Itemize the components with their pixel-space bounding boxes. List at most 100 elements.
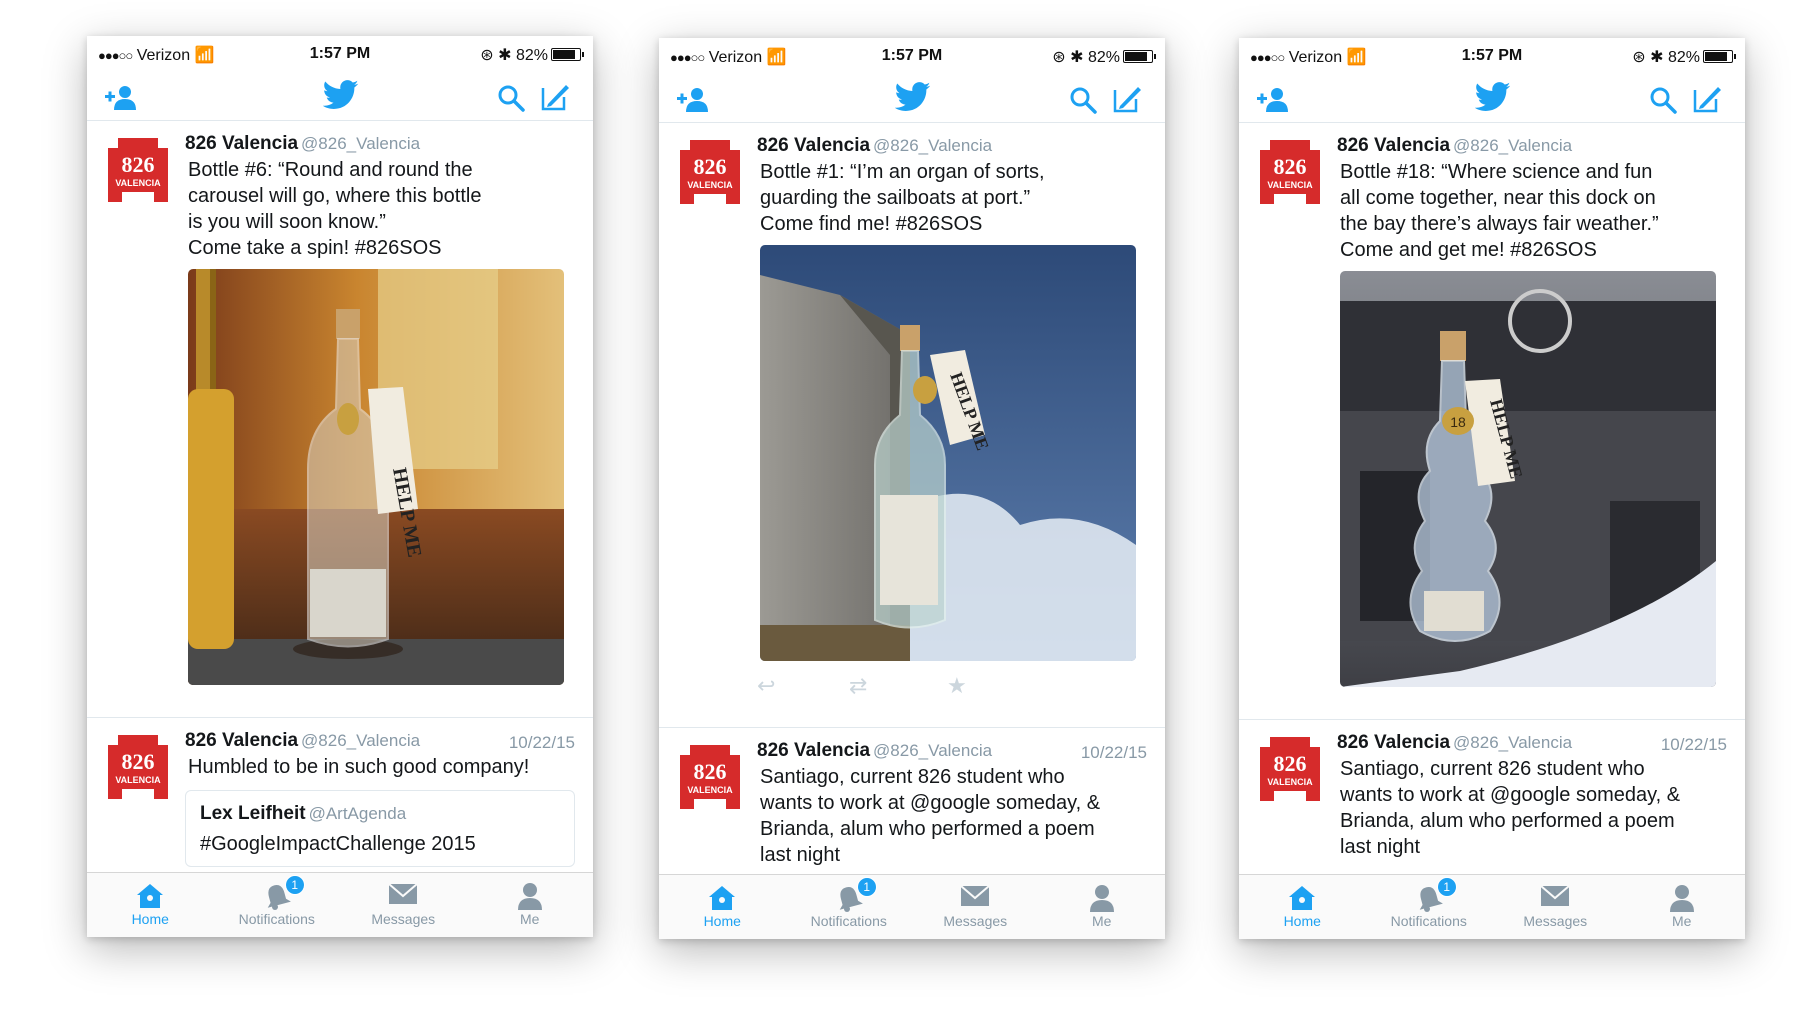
- tweet-photo-bottle-carousel[interactable]: HELP ME: [188, 269, 564, 685]
- author-handle[interactable]: @826_Valencia: [1453, 733, 1572, 752]
- compose-tweet-icon[interactable]: [1112, 84, 1142, 114]
- tab-me-label: Me: [520, 911, 540, 927]
- tab-me[interactable]: Me: [467, 873, 594, 937]
- 826-valencia-avatar[interactable]: 826 VALENCIA: [676, 136, 744, 208]
- tab-notifications[interactable]: 1 Notifications: [786, 875, 913, 939]
- notification-badge: 1: [1436, 877, 1457, 897]
- tweet-line: the bay there’s always fair weather.”: [1340, 213, 1659, 235]
- tweet-line: Brianda, alum who performed a poem: [1340, 810, 1675, 832]
- tweet-text: Bottle #18: “Where science and fun all c…: [1337, 159, 1727, 263]
- author-handle[interactable]: @826_Valencia: [1453, 136, 1572, 155]
- bottom-tab-bar: Home 1 Notifications Messages Me: [659, 874, 1165, 939]
- tweet-bottle-1[interactable]: 826 VALENCIA 826 Valencia @826_Valencia B…: [659, 123, 1165, 728]
- tweet-photo-bottle-exploratorium[interactable]: HELP ME 18: [1340, 271, 1716, 687]
- 826-valencia-avatar[interactable]: 826 VALENCIA: [104, 731, 172, 803]
- tab-messages[interactable]: Messages: [340, 873, 467, 937]
- compose-tweet-icon[interactable]: [540, 82, 570, 112]
- tab-me[interactable]: Me: [1039, 875, 1166, 939]
- svg-text:VALENCIA: VALENCIA: [1267, 777, 1313, 787]
- tweet-line: last night: [1340, 836, 1421, 858]
- author-name[interactable]: 826 Valencia: [185, 133, 298, 154]
- tweet-line: guarding the sailboats at port.”: [760, 187, 1031, 209]
- svg-text:826: 826: [694, 154, 727, 179]
- tweet-line: Santiago, current 826 student who: [760, 766, 1065, 788]
- home-icon: [1289, 886, 1316, 910]
- svg-text:18: 18: [1450, 414, 1466, 430]
- 826-valencia-avatar[interactable]: 826 VALENCIA: [104, 134, 172, 206]
- tab-messages[interactable]: Messages: [912, 875, 1039, 939]
- tab-home[interactable]: Home: [87, 873, 214, 937]
- tweet-actions: ↩ ⇄ ★: [757, 661, 1147, 703]
- tab-home-label: Home: [1283, 913, 1321, 929]
- quoted-author-name[interactable]: Lex Leifheit: [200, 803, 306, 824]
- tab-messages-label: Messages: [943, 913, 1008, 929]
- tab-home[interactable]: Home: [659, 875, 786, 939]
- tweet-bottle-18[interactable]: 826 VALENCIA 826 Valencia @826_Valencia B…: [1239, 123, 1745, 720]
- tab-notifications[interactable]: 1 Notifications: [1366, 875, 1493, 939]
- add-user-icon[interactable]: [103, 84, 139, 110]
- author-handle[interactable]: @826_Valencia: [873, 741, 992, 760]
- tweet-text: Santiago, current 826 student who wants …: [757, 764, 1147, 868]
- envelope-icon: [960, 885, 990, 906]
- tab-home-label: Home: [703, 913, 741, 929]
- author-name[interactable]: 826 Valencia: [1337, 732, 1450, 753]
- tab-notifications[interactable]: 1 Notifications: [214, 873, 341, 937]
- bottom-tab-bar: Home 1 Notifications Messages Me: [87, 872, 593, 937]
- retweet-icon[interactable]: ⇄: [849, 673, 867, 699]
- twitter-bird-icon: [1475, 82, 1511, 111]
- tweet-date: 10/22/15: [1080, 743, 1147, 762]
- author-handle[interactable]: @826_Valencia: [301, 731, 420, 750]
- tweet-text: Humbled to be in such good company!: [185, 754, 575, 780]
- notification-badge: 1: [856, 877, 877, 897]
- tab-home[interactable]: Home: [1239, 875, 1366, 939]
- compose-tweet-icon[interactable]: [1692, 84, 1722, 114]
- quoted-author-handle[interactable]: @ArtAgenda: [309, 804, 407, 823]
- tweet-line: Santiago, current 826 student who: [1340, 758, 1645, 780]
- svg-text:VALENCIA: VALENCIA: [687, 180, 733, 190]
- author-name[interactable]: 826 Valencia: [1337, 135, 1450, 156]
- status-bar: ●●●○○ Verizon 📶 1:57 PM ⊛ ✱ 82%: [87, 36, 593, 72]
- home-icon: [709, 886, 736, 910]
- add-user-icon[interactable]: [675, 86, 711, 112]
- tab-me[interactable]: Me: [1619, 875, 1746, 939]
- person-icon: [517, 883, 542, 910]
- author-handle[interactable]: @826_Valencia: [873, 136, 992, 155]
- lock-rotation-icon: ⊛: [1632, 49, 1646, 66]
- 826-valencia-avatar[interactable]: 826 VALENCIA: [1256, 136, 1324, 208]
- search-icon[interactable]: [1649, 86, 1677, 114]
- tweet-line: Humbled to be in such good company!: [188, 756, 530, 778]
- add-user-icon[interactable]: [1255, 86, 1291, 112]
- tweet-bottle-6[interactable]: 826 VALENCIA 826 Valencia @826_Valencia B…: [87, 121, 593, 718]
- phone-screen-2: ●●●○○ Verizon 📶 1:57 PM ⊛ ✱ 82% 826 VALE…: [659, 38, 1165, 939]
- notification-badge: 1: [284, 875, 305, 895]
- 826-valencia-avatar[interactable]: 826 VALENCIA: [676, 741, 744, 813]
- envelope-icon: [388, 883, 418, 904]
- author-handle[interactable]: @826_Valencia: [301, 134, 420, 153]
- author-name[interactable]: 826 Valencia: [757, 135, 870, 156]
- tweet-line: carousel will go, where this bottle: [188, 185, 482, 207]
- tab-me-label: Me: [1092, 913, 1112, 929]
- phone-screen-3: ●●●○○ Verizon 📶 1:57 PM ⊛ ✱ 82% 826 VALE…: [1239, 38, 1745, 939]
- tweet-photo-bottle-pier[interactable]: HELP ME: [760, 245, 1136, 661]
- search-icon[interactable]: [1069, 86, 1097, 114]
- tab-messages-label: Messages: [371, 911, 436, 927]
- battery-icon: [1123, 50, 1156, 63]
- quoted-tweet[interactable]: Lex Leifheit @ArtAgenda #GoogleImpactChal…: [185, 790, 575, 867]
- 826-valencia-avatar[interactable]: 826 VALENCIA: [1256, 733, 1324, 805]
- tab-messages[interactable]: Messages: [1492, 875, 1619, 939]
- reply-icon[interactable]: ↩: [757, 673, 775, 699]
- tab-messages-label: Messages: [1523, 913, 1588, 929]
- svg-text:VALENCIA: VALENCIA: [687, 785, 733, 795]
- author-name[interactable]: 826 Valencia: [757, 740, 870, 761]
- quoted-text: #GoogleImpactChallenge 2015: [200, 833, 476, 855]
- home-icon: [137, 884, 164, 908]
- svg-text:826: 826: [122, 152, 155, 177]
- tweet-line: last night: [760, 844, 841, 866]
- favorite-star-icon[interactable]: ★: [947, 673, 967, 699]
- tab-notifications-label: Notifications: [1390, 913, 1467, 929]
- phone-screen-1: ●●●○○ Verizon 📶 1:57 PM ⊛ ✱ 82% 826 VALE…: [87, 36, 593, 937]
- search-icon[interactable]: [497, 84, 525, 112]
- author-name[interactable]: 826 Valencia: [185, 730, 298, 751]
- tab-home-label: Home: [131, 911, 169, 927]
- svg-text:826: 826: [1274, 154, 1307, 179]
